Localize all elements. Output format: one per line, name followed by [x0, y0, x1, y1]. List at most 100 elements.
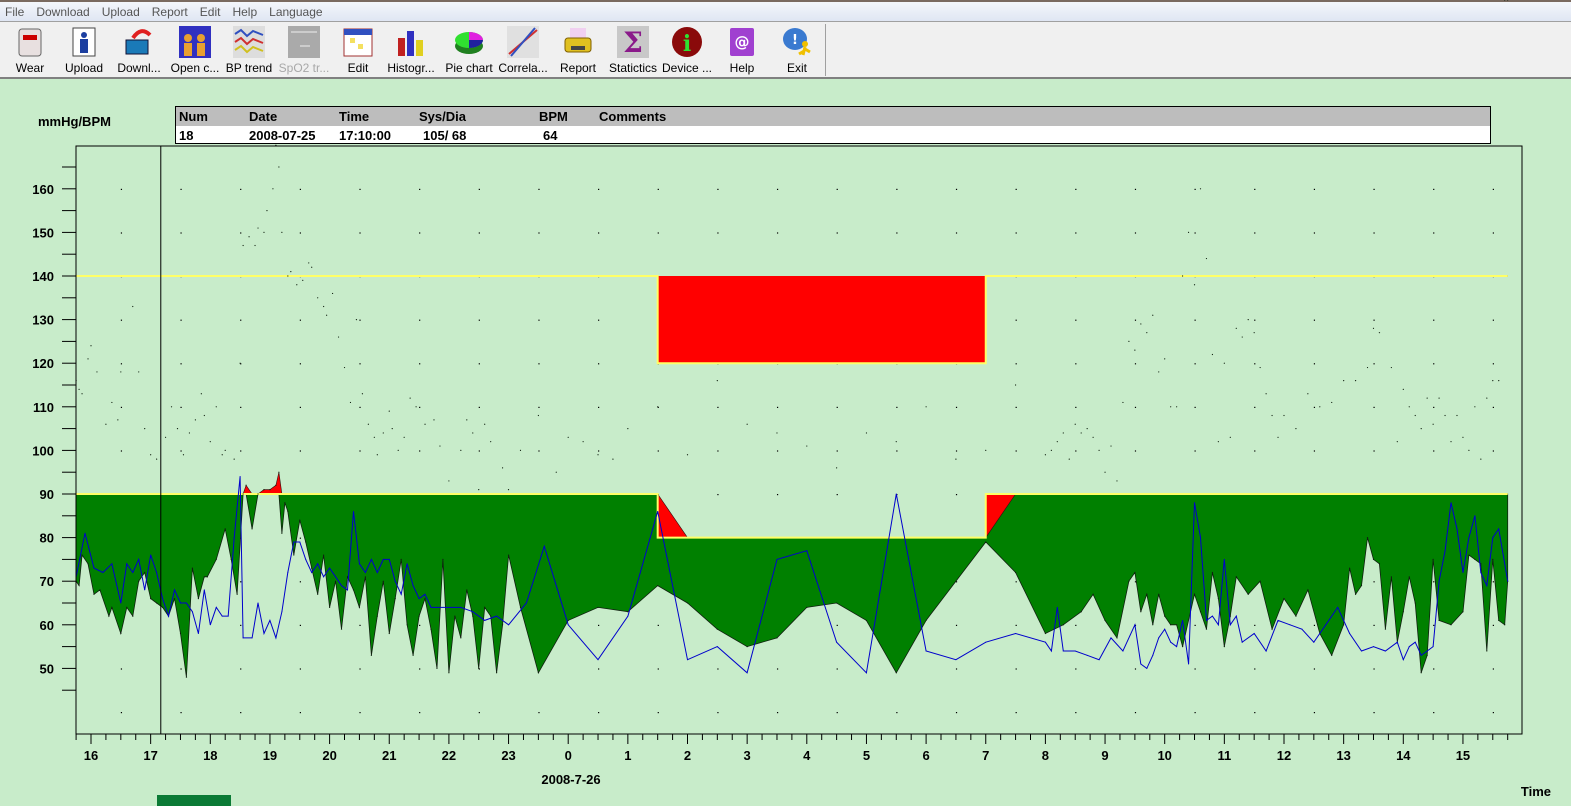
systolic-point	[209, 441, 211, 443]
systolic-point	[1498, 380, 1500, 382]
diastolic-point	[746, 646, 748, 648]
systolic-point	[895, 441, 897, 443]
pulse-point	[895, 493, 897, 495]
grid-dot	[1492, 319, 1494, 321]
systolic-point	[1319, 406, 1321, 408]
diastolic-point	[179, 632, 182, 635]
pulse-point	[1110, 637, 1112, 639]
pulse-point	[1056, 606, 1058, 608]
systolic-point	[1158, 371, 1160, 373]
pulse-point	[1507, 580, 1509, 582]
pulse-point	[305, 558, 307, 560]
diastolic-point	[686, 602, 689, 604]
systolic-point	[1152, 314, 1154, 316]
grid-dot	[478, 232, 480, 234]
pulse-point	[1277, 619, 1279, 621]
diastolic-point	[1349, 567, 1351, 569]
grid-dot	[299, 363, 301, 365]
systolic-point	[1390, 366, 1392, 369]
grid-dot	[836, 406, 838, 408]
systolic-point	[1507, 0, 1509, 1]
systolic-point	[1164, 358, 1166, 360]
systolic-point	[278, 166, 280, 168]
diastolic-point	[185, 676, 188, 678]
y-tick-label: 110	[33, 400, 54, 415]
pulse-point	[1086, 654, 1088, 656]
systolic-point	[403, 436, 405, 438]
pulse-point	[1176, 646, 1178, 648]
systolic-point	[105, 423, 107, 425]
x-tick-label: 7	[982, 748, 989, 763]
x-tick-label: 11	[1217, 748, 1231, 763]
x-tick-label: 3	[744, 748, 751, 763]
systolic-point	[1086, 428, 1088, 430]
pulse-point	[627, 615, 629, 617]
pulse-point	[1241, 641, 1243, 643]
systolic-point	[200, 393, 202, 395]
x-tick-label: 8	[1042, 748, 1049, 763]
pulse-point	[1396, 641, 1398, 643]
grid-dot	[120, 712, 123, 714]
diastolic-point	[120, 632, 122, 635]
x-tick-label: 12	[1277, 748, 1291, 763]
grid-dot	[478, 406, 480, 408]
systolic-point	[1372, 327, 1375, 329]
grid-dot	[1254, 319, 1256, 321]
systolic-point	[1170, 406, 1172, 408]
systolic-point	[1408, 406, 1410, 408]
pulse-point	[281, 611, 283, 613]
systolic-point	[1474, 406, 1476, 408]
grid-dot	[1194, 406, 1196, 408]
systolic-point	[1432, 423, 1434, 425]
diastolic-point	[1199, 611, 1202, 613]
systolic-point	[1354, 380, 1357, 382]
status-tab[interactable]	[157, 795, 231, 806]
bp-trend-chart[interactable]: 506070809010011012013014015016016 17 18 19 2…	[0, 0, 1571, 806]
systolic-point	[242, 244, 244, 247]
diastolic-point	[1408, 576, 1410, 578]
grid-dot	[1194, 450, 1196, 452]
diastolic-point	[388, 632, 390, 635]
grid-dot	[1134, 232, 1137, 234]
grid-dot	[299, 406, 301, 408]
x-tick-label: 5	[863, 748, 870, 763]
grid-dot	[1433, 188, 1435, 190]
systolic-point	[1343, 380, 1345, 382]
diastolic-point	[501, 624, 504, 626]
systolic-point	[472, 432, 474, 434]
grid-dot	[836, 450, 838, 452]
x-tick-label: 16	[84, 748, 98, 763]
grid-dot	[836, 668, 838, 670]
systolic-point	[555, 471, 557, 473]
systolic-point	[1259, 366, 1261, 369]
pulse-point	[806, 550, 808, 552]
systolic-point	[657, 406, 659, 408]
systolic-point	[1235, 327, 1237, 329]
grid-dot	[1194, 363, 1196, 365]
grid-dot	[1313, 319, 1316, 321]
pulse-point	[84, 532, 86, 534]
grid-dot	[1075, 319, 1077, 321]
y-tick-label: 160	[32, 182, 54, 197]
systolic-point	[367, 423, 369, 425]
diastolic-point	[1134, 571, 1136, 574]
pulse-point	[179, 602, 181, 604]
diastolic-point	[1414, 602, 1416, 604]
systolic-point	[170, 406, 173, 408]
pulse-point	[275, 637, 277, 639]
systolic-point	[1331, 401, 1333, 404]
grid-dot	[1373, 450, 1375, 452]
x-tick-label: 21	[382, 748, 396, 763]
diastolic-point	[358, 606, 361, 608]
diastolic-point	[87, 563, 89, 565]
diastolic-point	[334, 580, 337, 582]
pulse-point	[1211, 615, 1213, 617]
diastolic-point	[1176, 624, 1178, 626]
systolic-point	[1050, 449, 1052, 451]
pulse-point	[1349, 633, 1351, 635]
grid-dot	[359, 450, 361, 452]
pulse-point	[1044, 641, 1046, 643]
diastolic-point	[478, 667, 480, 670]
systolic-point	[507, 489, 510, 491]
diastolic-point	[1343, 624, 1345, 626]
